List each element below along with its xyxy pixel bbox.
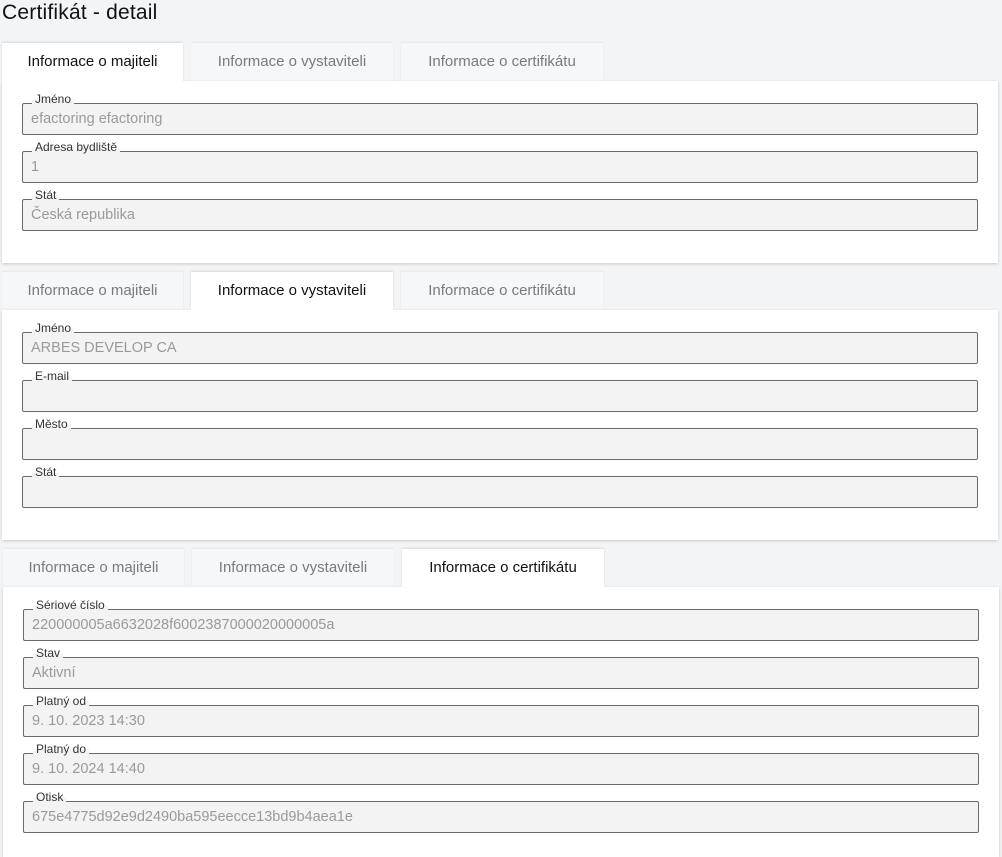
tab-issuer-info[interactable]: Informace o vystaviteli (191, 43, 393, 81)
field-value: Česká republika (31, 207, 135, 223)
fingerprint-field[interactable]: Otisk 675e4775d92e9d2490ba595eecce13bd9b… (23, 790, 979, 833)
valid-to-field[interactable]: Platný do 9. 10. 2024 14:40 (23, 742, 979, 785)
serial-number-field[interactable]: Sériové číslo 220000005a6632028f60023870… (23, 598, 979, 641)
tab-certificate-info[interactable]: Informace o certifikátu (402, 549, 604, 587)
tab-owner-info[interactable]: Informace o majiteli (2, 272, 183, 310)
field-value: efactoring efactoring (31, 111, 163, 127)
issuer-panel: Jméno ARBES DEVELOP CA E-mail Město Stát (2, 310, 998, 540)
field-value: 9. 10. 2024 14:40 (32, 761, 145, 777)
issuer-email-field[interactable]: E-mail (22, 369, 978, 412)
field-value: 9. 10. 2023 14:30 (32, 713, 145, 729)
tab-bar: Informace o majiteli Informace o vystavi… (2, 272, 998, 310)
tab-issuer-info[interactable]: Informace o vystaviteli (191, 272, 393, 310)
field-value: Aktivní (32, 665, 76, 681)
field-label: Stát (32, 465, 60, 479)
owner-name-field[interactable]: Jméno efactoring efactoring (22, 92, 978, 135)
tab-owner-info[interactable]: Informace o majiteli (3, 549, 184, 587)
page-title: Certifikát - detail (2, 1, 158, 24)
owner-panel: Jméno efactoring efactoring Adresa bydli… (2, 81, 998, 263)
issuer-section: Informace o majiteli Informace o vystavi… (2, 272, 998, 540)
tab-certificate-info[interactable]: Informace o certifikátu (401, 272, 603, 310)
field-value: 220000005a6632028f6002387000020000005a (32, 617, 335, 633)
owner-country-field[interactable]: Stát Česká republika (22, 188, 978, 231)
field-label: Adresa bydliště (32, 140, 121, 154)
tab-owner-info[interactable]: Informace o majiteli (2, 43, 183, 81)
tab-issuer-info[interactable]: Informace o vystaviteli (192, 549, 394, 587)
field-value: ARBES DEVELOP CA (31, 340, 177, 356)
certificate-panel: Sériové číslo 220000005a6632028f60023870… (3, 587, 999, 857)
field-value: 1 (31, 159, 40, 175)
status-field[interactable]: Stav Aktivní (23, 646, 979, 689)
tab-bar: Informace o majiteli Informace o vystavi… (2, 43, 998, 81)
issuer-city-field[interactable]: Město (22, 417, 978, 460)
issuer-country-field[interactable]: Stát (22, 465, 978, 508)
field-label: E-mail (32, 369, 73, 383)
field-label: Město (32, 417, 71, 431)
field-value: 675e4775d92e9d2490ba595eecce13bd9b4aea1e (32, 809, 353, 825)
owner-address-field[interactable]: Adresa bydliště 1 (22, 140, 978, 183)
valid-from-field[interactable]: Platný od 9. 10. 2023 14:30 (23, 694, 979, 737)
owner-section: Informace o majiteli Informace o vystavi… (2, 43, 998, 263)
tab-certificate-info[interactable]: Informace o certifikátu (401, 43, 603, 81)
certificate-section: Informace o majiteli Informace o vystavi… (3, 549, 999, 857)
issuer-name-field[interactable]: Jméno ARBES DEVELOP CA (22, 321, 978, 364)
tab-bar: Informace o majiteli Informace o vystavi… (3, 549, 999, 587)
